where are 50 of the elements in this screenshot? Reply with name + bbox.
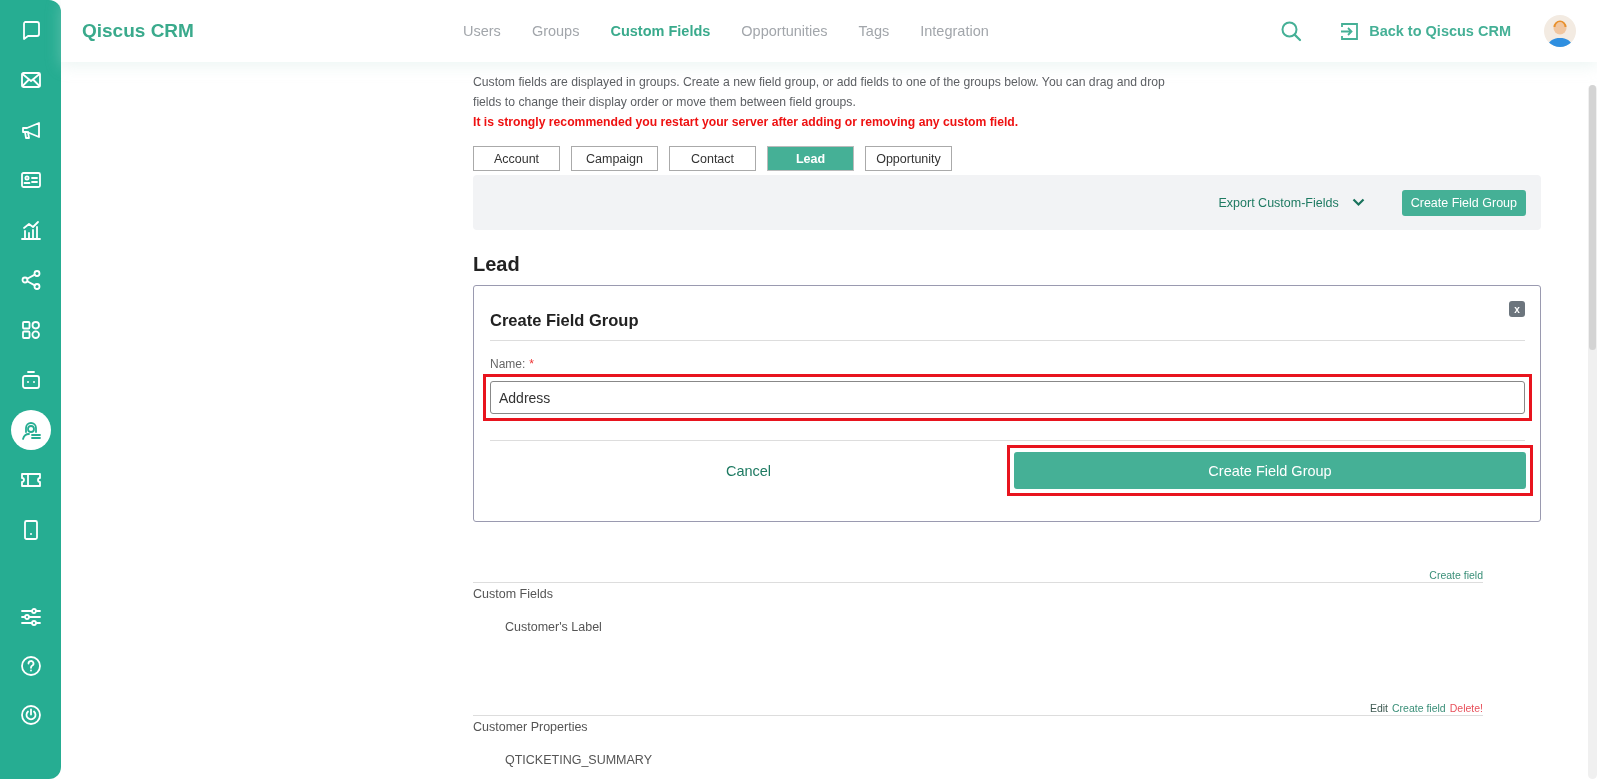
nav-link[interactable]: Tags	[858, 23, 890, 39]
create-field-group-button[interactable]: Create Field Group	[1014, 452, 1526, 489]
tab[interactable]: Campaign	[571, 146, 658, 171]
field-item[interactable]: QTICKETING_SUMMARY	[505, 753, 1483, 767]
robot-icon[interactable]	[19, 369, 42, 391]
sign-in-icon	[1340, 21, 1360, 41]
chevron-down-icon	[1351, 198, 1365, 207]
description-text: Custom fields are displayed in groups. Create a new field group, or add fields to one of the groups below. You can drag and drop fields to change their display order or move them between field groups.	[473, 74, 1166, 111]
section-heading: Lead	[473, 252, 521, 277]
tab[interactable]: Contact	[669, 146, 756, 171]
create-field-link[interactable]: Create field	[1392, 702, 1446, 714]
sliders-icon[interactable]	[19, 606, 42, 628]
name-input-field[interactable]: Address	[490, 381, 1525, 414]
help-icon[interactable]	[19, 655, 42, 677]
id-card-icon[interactable]	[19, 169, 42, 191]
create-field-link[interactable]: Create field	[1429, 569, 1483, 581]
megaphone-icon[interactable]	[19, 119, 42, 141]
selected-nav-item[interactable]	[10, 410, 51, 450]
group-title: Custom Fields	[473, 587, 554, 601]
power-icon[interactable]	[19, 704, 42, 726]
warning-text: It is strongly recommended you restart your server after adding or removing any custom field.	[473, 114, 1020, 131]
app-logo[interactable]: Qiscus CRM	[82, 20, 462, 42]
field-item[interactable]: Customer's Label	[505, 620, 1483, 634]
cancel-button[interactable]: Cancel	[490, 452, 1007, 489]
envelope-icon[interactable]	[19, 69, 42, 91]
nav-link[interactable]: Users	[463, 23, 501, 39]
avatar-silhouette[interactable]	[1544, 15, 1576, 47]
edit-link[interactable]: Edit	[1369, 702, 1388, 714]
close-button[interactable]: x	[1509, 301, 1525, 317]
bar-chart-icon[interactable]	[19, 219, 42, 241]
nav-link[interactable]: Groups	[531, 23, 580, 39]
delete-link[interactable]: Delete!	[1449, 702, 1483, 714]
group-title: Customer Properties	[473, 720, 589, 734]
tab[interactable]: Opportunity	[865, 146, 952, 171]
tab[interactable]: Account	[473, 146, 560, 171]
dialog-title: Create Field Group	[490, 311, 639, 330]
share-nodes-icon[interactable]	[19, 269, 42, 291]
tab[interactable]: Lead	[767, 146, 854, 171]
create-field-group-button[interactable]: Create Field Group	[1401, 189, 1526, 216]
scrollbar[interactable]	[1588, 85, 1597, 779]
nav-link[interactable]: Integration	[920, 23, 989, 39]
search-icon[interactable]	[1280, 20, 1303, 42]
grid-icon[interactable]	[19, 319, 42, 341]
nav-link[interactable]: Custom Fields	[610, 23, 711, 39]
back-link[interactable]: Back to Qiscus CRM	[1340, 21, 1511, 41]
headset-agent-icon	[19, 419, 42, 441]
field-label: Name:	[490, 357, 526, 371]
export-dropdown[interactable]: Export Custom-Fields	[1218, 195, 1365, 210]
required-mark: *	[529, 357, 534, 371]
nav-link[interactable]: Opportunities	[741, 23, 828, 39]
